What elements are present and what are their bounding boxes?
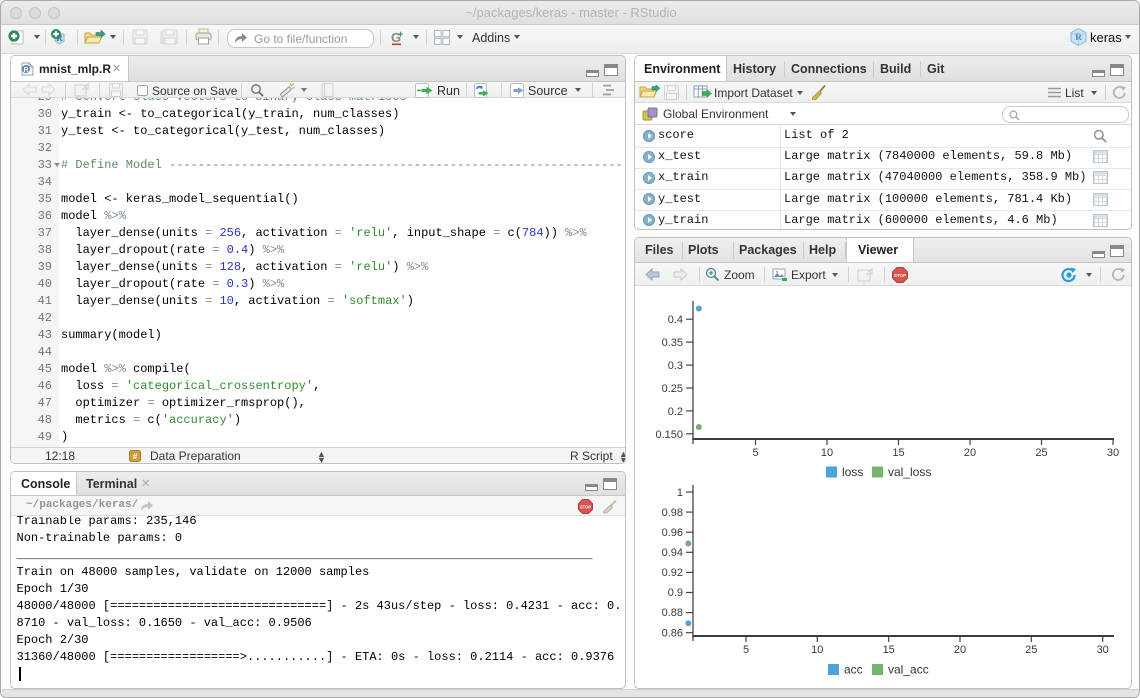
svg-text:0.88: 0.88 bbox=[662, 607, 683, 619]
svg-text:25: 25 bbox=[1035, 447, 1047, 459]
svg-text:0.98: 0.98 bbox=[662, 507, 683, 519]
svg-text:10: 10 bbox=[821, 447, 833, 459]
svg-text:0.2: 0.2 bbox=[668, 406, 683, 418]
svg-text:10: 10 bbox=[811, 644, 823, 656]
svg-text:+: + bbox=[398, 29, 403, 39]
svg-text:20: 20 bbox=[954, 644, 966, 656]
svg-text:#: # bbox=[133, 451, 138, 461]
svg-text:acc: acc bbox=[844, 663, 863, 677]
svg-text:0.4: 0.4 bbox=[668, 314, 683, 326]
svg-text:30: 30 bbox=[1107, 447, 1119, 459]
svg-text:0.86: 0.86 bbox=[662, 628, 683, 640]
svg-text:0.92: 0.92 bbox=[662, 567, 683, 579]
svg-text:5: 5 bbox=[752, 447, 758, 459]
svg-text:5: 5 bbox=[743, 644, 749, 656]
svg-text:val_loss: val_loss bbox=[888, 465, 931, 479]
svg-text:val_acc: val_acc bbox=[888, 663, 929, 677]
svg-text:0.35: 0.35 bbox=[662, 337, 683, 349]
svg-text:0.3: 0.3 bbox=[668, 360, 683, 372]
svg-text:1: 1 bbox=[677, 487, 683, 499]
svg-text:30: 30 bbox=[1097, 644, 1109, 656]
svg-text:0.9: 0.9 bbox=[668, 587, 683, 599]
svg-text:STOP: STOP bbox=[894, 273, 906, 278]
svg-text:STOP: STOP bbox=[580, 505, 592, 510]
svg-text:R: R bbox=[1075, 33, 1082, 43]
svg-text:15: 15 bbox=[883, 644, 895, 656]
svg-text:R: R bbox=[23, 67, 28, 74]
svg-text:0.96: 0.96 bbox=[662, 527, 683, 539]
svg-text:0.25: 0.25 bbox=[662, 383, 683, 395]
svg-text:15: 15 bbox=[892, 447, 904, 459]
svg-text:25: 25 bbox=[1025, 644, 1037, 656]
svg-text:0.150: 0.150 bbox=[655, 429, 683, 441]
svg-text:loss: loss bbox=[842, 465, 863, 479]
svg-text:0.94: 0.94 bbox=[662, 547, 683, 559]
svg-text:20: 20 bbox=[964, 447, 976, 459]
